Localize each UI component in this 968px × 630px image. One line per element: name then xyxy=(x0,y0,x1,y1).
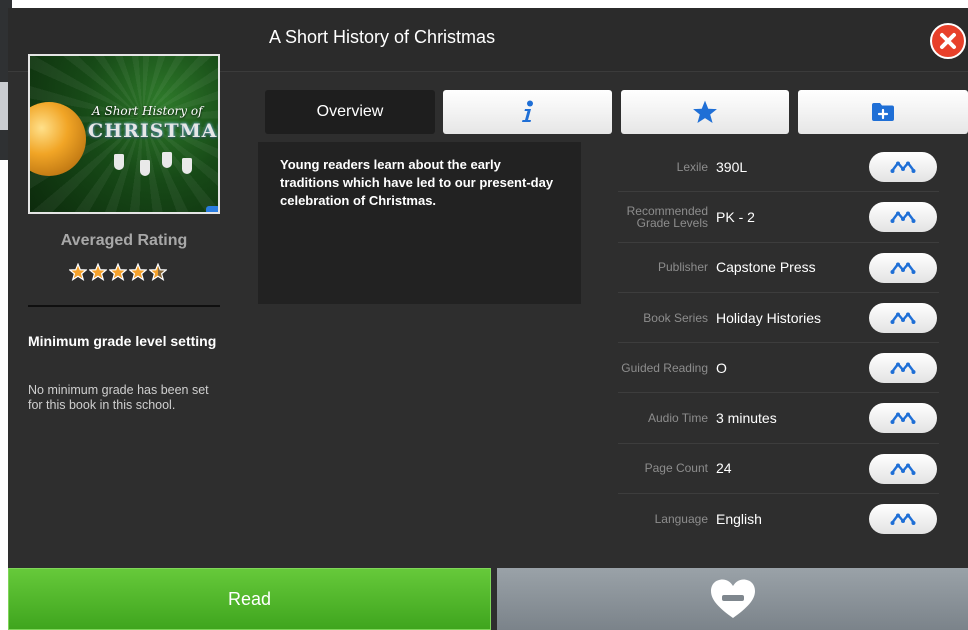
close-button[interactable] xyxy=(930,23,966,59)
related-books-button[interactable] xyxy=(869,403,937,434)
detail-label: Audio Time xyxy=(647,411,708,426)
detail-label: Page Count xyxy=(644,461,708,476)
publisher-logo xyxy=(206,206,218,212)
stocking-image xyxy=(114,154,124,170)
book-title: A Short History of Christmas xyxy=(269,27,496,47)
detail-value: 24 xyxy=(716,460,732,477)
stocking-image xyxy=(140,160,150,176)
cover-title-line1: A Short History of xyxy=(92,104,203,118)
book-details-list: Lexile 390L Recommended Grade Levels PK - 2… xyxy=(618,142,939,544)
read-button[interactable]: Read xyxy=(8,568,491,630)
detail-row: Page Count 24 xyxy=(618,444,939,495)
detail-row: Guided Reading O xyxy=(618,343,939,394)
detail-row: Language English xyxy=(618,494,939,544)
related-books-icon xyxy=(890,513,916,526)
info-icon xyxy=(521,100,533,122)
related-books-button[interactable] xyxy=(869,252,937,283)
detail-row: Lexile 390L xyxy=(618,142,939,193)
min-grade-title: Minimum grade level setting xyxy=(28,333,217,349)
star-icon xyxy=(149,263,167,281)
related-books-icon xyxy=(890,362,916,375)
detail-row: Book Series Holiday Histories xyxy=(618,293,939,344)
detail-value: O xyxy=(716,359,727,376)
background-app xyxy=(0,0,968,8)
remove-favorite-button[interactable] xyxy=(497,568,968,630)
rating-stars xyxy=(69,263,167,281)
star-icon xyxy=(693,100,717,124)
tab-info[interactable] xyxy=(443,90,612,134)
detail-label: Book Series xyxy=(643,310,708,325)
detail-row: Recommended Grade Levels PK - 2 xyxy=(618,192,939,243)
tab-star[interactable] xyxy=(621,90,789,134)
related-books-icon xyxy=(890,211,916,224)
detail-label: Lexile xyxy=(676,159,708,174)
related-books-button[interactable] xyxy=(869,202,937,233)
stocking-image xyxy=(162,152,172,168)
related-books-button[interactable] xyxy=(869,152,937,182)
cover-title-line2: CHRISTMAS xyxy=(88,120,220,142)
min-grade-text: No minimum grade has been set for this b… xyxy=(28,383,209,412)
book-cover: A Short History of CHRISTMAS xyxy=(28,54,220,214)
star-icon xyxy=(129,263,147,281)
tab-overview[interactable]: Overview xyxy=(265,90,435,134)
star-icon xyxy=(109,263,127,281)
heart-minus-icon xyxy=(710,579,755,618)
related-books-button[interactable] xyxy=(869,302,937,333)
detail-row: Audio Time 3 minutes xyxy=(618,393,939,444)
related-books-icon xyxy=(890,412,916,425)
folder-add-icon xyxy=(872,103,894,121)
related-books-icon xyxy=(890,161,916,173)
detail-value: Capstone Press xyxy=(716,259,816,276)
overview-text: Young readers learn about the early trad… xyxy=(280,157,554,208)
detail-value: PK - 2 xyxy=(716,208,755,225)
related-books-button[interactable] xyxy=(869,453,937,484)
overview-panel: Young readers learn about the early trad… xyxy=(258,142,581,304)
close-icon xyxy=(940,33,956,49)
detail-row: Publisher Capstone Press xyxy=(618,243,939,293)
detail-value: 390L xyxy=(716,158,748,175)
related-books-button[interactable] xyxy=(869,353,937,384)
detail-label: Recommended Grade Levels xyxy=(626,203,708,230)
related-books-icon xyxy=(890,312,916,324)
divider xyxy=(28,305,220,307)
related-books-icon xyxy=(890,463,916,475)
detail-value: Holiday Histories xyxy=(716,309,822,326)
star-icon xyxy=(69,263,87,281)
tab-add-to-folder[interactable] xyxy=(798,90,968,134)
related-books-icon xyxy=(890,262,916,274)
averaged-rating-label: Averaged Rating xyxy=(60,232,188,249)
detail-label: Guided Reading xyxy=(621,360,708,375)
detail-value: 3 minutes xyxy=(716,410,777,427)
detail-label: Language xyxy=(654,512,708,527)
star-icon xyxy=(89,263,107,281)
book-details-modal: A Short History of Christmas A Short His… xyxy=(8,8,968,630)
related-books-button[interactable] xyxy=(869,504,937,535)
detail-value: English xyxy=(716,511,762,528)
detail-label: Publisher xyxy=(657,260,708,275)
stocking-image xyxy=(182,158,192,174)
